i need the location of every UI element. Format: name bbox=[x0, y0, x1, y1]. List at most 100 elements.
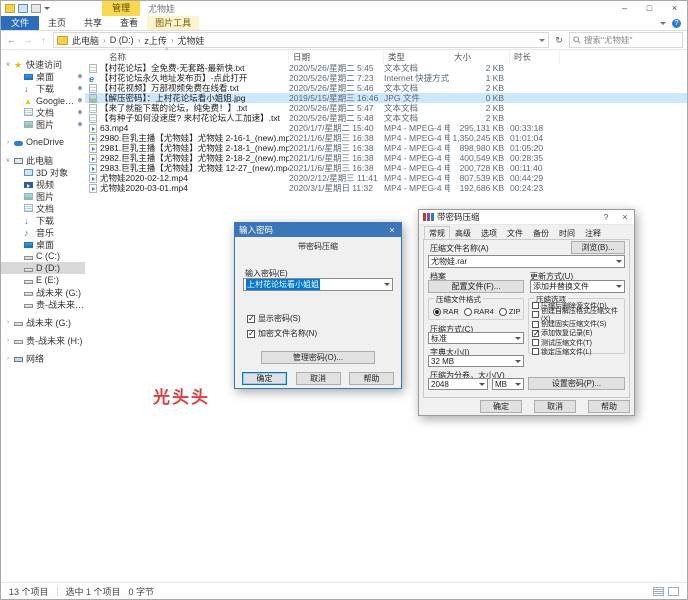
method-select[interactable]: 标准 bbox=[428, 332, 524, 344]
chevron-icon[interactable]: › bbox=[5, 139, 11, 146]
help-icon[interactable]: ? bbox=[599, 212, 613, 222]
up-icon[interactable]: ↑ bbox=[37, 35, 50, 45]
ribbon-tab[interactable]: 主页 bbox=[39, 16, 75, 30]
help-icon[interactable]: ? bbox=[672, 19, 681, 28]
chevron-icon[interactable]: › bbox=[5, 355, 11, 362]
checkbox-icon[interactable] bbox=[532, 330, 539, 337]
browse-button[interactable]: 浏览(B)... bbox=[571, 241, 625, 254]
update-mode-select[interactable]: 添加并替换文件 bbox=[530, 280, 625, 293]
checkbox-row[interactable]: 创建固实压缩文件(S) bbox=[532, 320, 622, 328]
sidebar-item[interactable]: ›贵-战未来 (H:) bbox=[1, 334, 85, 346]
close-button[interactable]: × bbox=[662, 1, 687, 16]
column-header[interactable]: 类型 bbox=[384, 50, 450, 63]
ribbon-tab[interactable]: 共享 bbox=[75, 16, 111, 30]
sidebar-item[interactable]: 文档 bbox=[1, 202, 85, 214]
column-header[interactable]: 大小 bbox=[450, 50, 510, 63]
file-row[interactable]: 尤物娃2020-03-01.mp42020/3/1/星期日 11:32MP4 -… bbox=[85, 183, 687, 193]
manage-context-label[interactable]: 管理 bbox=[102, 1, 140, 16]
sidebar-item[interactable]: ›OneDrive bbox=[1, 136, 85, 148]
checkbox-icon[interactable] bbox=[532, 311, 539, 318]
password-dialog-titlebar[interactable]: 输入密码 × bbox=[235, 223, 401, 237]
chevron-icon[interactable]: ∨ bbox=[5, 60, 11, 68]
volume-unit-select[interactable]: MB bbox=[492, 378, 524, 390]
sidebar-item[interactable]: ∨此电脑 bbox=[1, 154, 85, 166]
cancel-button[interactable]: 取消 bbox=[296, 372, 341, 385]
breadcrumb[interactable]: 此电脑›D (D:)›z上传›尤物娃 bbox=[53, 32, 549, 48]
checkbox-row[interactable]: 创建自解压格式压缩文件(X) bbox=[532, 311, 622, 319]
details-view-icon[interactable] bbox=[653, 587, 664, 596]
sidebar-item[interactable]: E (E:) bbox=[1, 274, 85, 286]
archive-dialog-tab[interactable]: 常规 bbox=[424, 226, 450, 239]
column-header[interactable]: 时长 bbox=[510, 50, 560, 63]
properties-icon[interactable] bbox=[18, 4, 28, 13]
sidebar-item[interactable]: 下载 bbox=[1, 214, 85, 226]
maximize-button[interactable]: □ bbox=[637, 1, 662, 16]
sidebar-item[interactable]: 桌面 bbox=[1, 70, 85, 82]
chevron-down-icon[interactable] bbox=[515, 337, 521, 340]
sidebar-item[interactable]: 文档 bbox=[1, 106, 85, 118]
search-input[interactable]: 搜索"尤物娃" bbox=[569, 32, 683, 48]
sidebar-item[interactable]: 视频 bbox=[1, 178, 85, 190]
tab-picture-tools[interactable]: 图片工具 bbox=[147, 16, 199, 30]
sidebar-item[interactable]: ›战未来 (G:) bbox=[1, 316, 85, 328]
chevron-icon[interactable]: › bbox=[5, 319, 11, 326]
radio-icon[interactable] bbox=[433, 308, 441, 316]
checkbox-icon[interactable] bbox=[247, 330, 255, 338]
radio-icon[interactable] bbox=[499, 308, 507, 316]
archive-dialog-tab[interactable]: 高级 bbox=[450, 226, 476, 239]
archive-dialog-tab[interactable]: 选项 bbox=[476, 226, 502, 239]
sidebar-item[interactable]: D (D:) bbox=[1, 262, 85, 274]
radio-row[interactable]: ZIP bbox=[499, 307, 521, 316]
minimize-button[interactable]: – bbox=[612, 1, 637, 16]
sidebar-item[interactable]: 战未来 (G:) bbox=[1, 286, 85, 298]
checkbox-row[interactable]: 锁定压缩文件(L) bbox=[532, 348, 622, 356]
column-header[interactable]: ^名称 bbox=[85, 50, 289, 63]
checkbox-row[interactable]: 添加恢复记录(E) bbox=[532, 330, 622, 338]
chevron-icon[interactable]: ∨ bbox=[5, 156, 11, 164]
checkbox-row[interactable]: 测试压缩文件(T) bbox=[532, 339, 622, 347]
checkbox-row[interactable]: 显示密码(S) bbox=[247, 313, 317, 324]
close-icon[interactable]: × bbox=[616, 212, 634, 222]
help-button[interactable]: 帮助 bbox=[588, 400, 630, 413]
chevron-down-icon[interactable] bbox=[384, 283, 390, 286]
archive-dialog-tab[interactable]: 备份 bbox=[528, 226, 554, 239]
dictionary-select[interactable]: 32 MB bbox=[428, 355, 524, 367]
set-password-button[interactable]: 设置密码(P)... bbox=[528, 377, 625, 390]
organize-passwords-button[interactable]: 管理密码(O)... bbox=[261, 351, 375, 364]
breadcrumb-item[interactable]: 尤物娃 bbox=[176, 34, 207, 47]
sidebar-item[interactable]: 桌面 bbox=[1, 238, 85, 250]
back-icon[interactable]: ← bbox=[5, 35, 18, 45]
ribbon-tab[interactable]: 查看 bbox=[111, 16, 147, 30]
chevron-down-icon[interactable] bbox=[515, 360, 521, 363]
new-folder-icon[interactable] bbox=[31, 4, 41, 13]
sidebar-item[interactable]: 图片 bbox=[1, 118, 85, 130]
qat-customize-icon[interactable] bbox=[44, 7, 50, 10]
tab-file[interactable]: 文件 bbox=[1, 16, 39, 30]
refresh-icon[interactable]: ↻ bbox=[552, 35, 566, 46]
archive-name-input[interactable]: 尤物娃.rar bbox=[428, 255, 625, 268]
sidebar-item[interactable]: ∨快速访问 bbox=[1, 58, 85, 70]
checkbox-icon[interactable] bbox=[532, 339, 539, 346]
sidebar-item[interactable]: ›网络 bbox=[1, 352, 85, 364]
ribbon-collapse-icon[interactable] bbox=[660, 22, 666, 25]
archive-dialog-tab[interactable]: 文件 bbox=[502, 226, 528, 239]
chevron-down-icon[interactable] bbox=[616, 260, 622, 263]
sidebar-item[interactable]: 3D 对象 bbox=[1, 166, 85, 178]
checkbox-icon[interactable] bbox=[532, 321, 539, 328]
cancel-button[interactable]: 取消 bbox=[534, 400, 576, 413]
help-button[interactable]: 帮助 bbox=[349, 372, 394, 385]
checkbox-icon[interactable] bbox=[532, 348, 539, 355]
sidebar-item[interactable]: 图片 bbox=[1, 190, 85, 202]
breadcrumb-item[interactable]: D (D:) bbox=[108, 35, 136, 45]
sidebar-item[interactable]: 音乐 bbox=[1, 226, 85, 238]
radio-icon[interactable] bbox=[464, 308, 472, 316]
checkbox-icon[interactable] bbox=[532, 302, 539, 309]
chevron-icon[interactable]: › bbox=[5, 337, 11, 344]
ok-button[interactable]: 确定 bbox=[242, 372, 287, 385]
archive-dialog-tab[interactable]: 注释 bbox=[580, 226, 606, 239]
volume-size-input[interactable]: 2048 bbox=[428, 378, 488, 390]
profiles-button[interactable]: 配置文件(F)... bbox=[428, 280, 524, 293]
breadcrumb-item[interactable]: 此电脑 bbox=[70, 34, 101, 47]
address-dropdown-icon[interactable] bbox=[539, 39, 545, 42]
forward-icon[interactable]: → bbox=[21, 35, 34, 45]
